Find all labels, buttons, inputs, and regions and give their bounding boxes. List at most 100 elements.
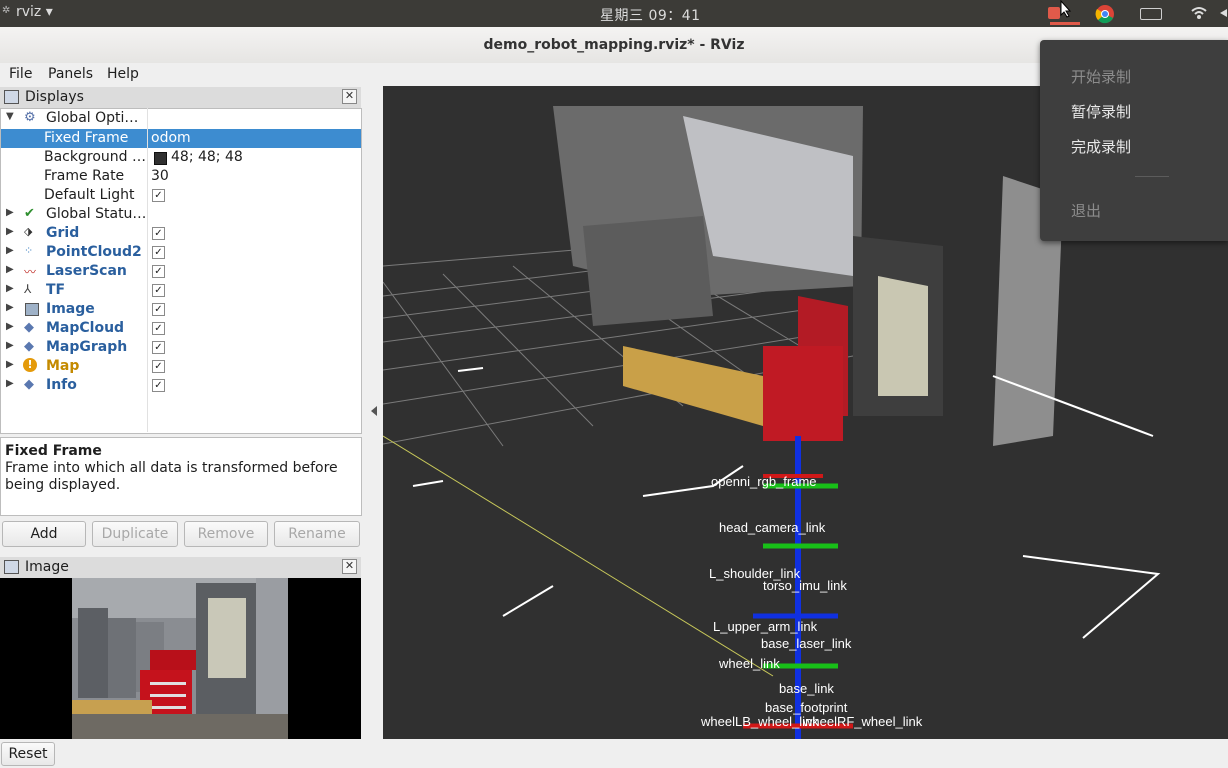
display-enabled-checkbox[interactable]: ✓ <box>152 322 165 335</box>
tree-row-fixed-frame[interactable]: Fixed Frame odom <box>1 129 361 148</box>
tree-row-frame-rate[interactable]: Frame Rate 30 <box>1 167 361 186</box>
menu-panels[interactable]: Panels <box>48 66 93 82</box>
menu-item-start-recording[interactable]: 开始录制 <box>1071 66 1131 87</box>
mapcloud-icon: ◆ <box>24 320 34 335</box>
tf-label: L_upper_arm_link <box>713 619 818 634</box>
expand-arrow-icon[interactable]: ▶ <box>6 340 14 351</box>
tree-row-image[interactable]: ▶ Image ✓ <box>1 300 361 319</box>
pointcloud-icon: ⁘ <box>24 244 34 257</box>
info-icon: ◆ <box>24 377 34 392</box>
remove-button[interactable]: Remove <box>184 521 268 547</box>
expand-arrow-icon[interactable]: ▶ <box>6 207 14 218</box>
fixed-frame-value[interactable]: odom <box>151 130 191 146</box>
display-enabled-checkbox[interactable]: ✓ <box>152 265 165 278</box>
display-name: Map <box>46 358 80 374</box>
tree-row-info[interactable]: ▶ ◆ Info ✓ <box>1 376 361 395</box>
tf-label: wheel_link <box>718 656 780 671</box>
system-top-bar: ✲ rviz ▾ 星期三 09：41 <box>0 0 1228 27</box>
rename-button[interactable]: Rename <box>274 521 360 547</box>
record-active-underline <box>1050 22 1080 25</box>
recording-menu: 开始录制 暂停录制 完成录制 退出 <box>1040 40 1228 241</box>
clock[interactable]: 星期三 09：41 <box>600 5 701 25</box>
tree-row-default-light[interactable]: Default Light ✓ <box>1 186 361 205</box>
status-bar: Reset <box>0 739 1228 768</box>
expand-arrow-icon[interactable]: ▶ <box>6 283 14 294</box>
expand-arrow-icon[interactable]: ▶ <box>6 378 14 389</box>
duplicate-button[interactable]: Duplicate <box>92 521 178 547</box>
tree-row-tf[interactable]: ▶ ⅄ TF ✓ <box>1 281 361 300</box>
display-name: MapCloud <box>46 320 125 336</box>
display-enabled-checkbox[interactable]: ✓ <box>152 246 165 259</box>
image-close-button[interactable]: ✕ <box>342 559 357 574</box>
menu-item-pause-recording[interactable]: 暂停录制 <box>1071 101 1131 122</box>
rviz-app-icon: ✲ <box>2 5 11 16</box>
tree-row-mapcloud[interactable]: ▶ ◆ MapCloud ✓ <box>1 319 361 338</box>
tree-row-global-status[interactable]: ▶ ✔ Global Statu… <box>1 205 361 224</box>
display-enabled-checkbox[interactable]: ✓ <box>152 284 165 297</box>
background-color-value[interactable]: 48; 48; 48 <box>171 149 243 165</box>
collapse-arrow-icon[interactable]: ▼ <box>6 111 14 122</box>
expand-arrow-icon[interactable]: ▶ <box>6 359 14 370</box>
tree-row-mapgraph[interactable]: ▶ ◆ MapGraph ✓ <box>1 338 361 357</box>
tree-row-pointcloud2[interactable]: ▶ ⁘ PointCloud2 ✓ <box>1 243 361 262</box>
tree-row-laserscan[interactable]: ▶ 〰 LaserScan ✓ <box>1 262 361 281</box>
menu-help[interactable]: Help <box>107 66 139 82</box>
expand-arrow-icon[interactable]: ▶ <box>6 321 14 332</box>
tf-label: base_link <box>779 681 834 696</box>
mapgraph-icon: ◆ <box>24 339 34 354</box>
tf-label: base_laser_link <box>761 636 852 651</box>
odom-axis-line <box>383 435 774 677</box>
display-name: TF <box>46 282 66 298</box>
wifi-icon[interactable] <box>1190 4 1208 22</box>
displays-tree[interactable]: ▼ ⚙ Global Opti… Fixed Frame odom Backgr… <box>0 108 362 434</box>
mouse-cursor-icon <box>1060 0 1072 18</box>
image-icon <box>25 303 39 316</box>
chrome-icon[interactable] <box>1095 4 1115 24</box>
display-name: Image <box>46 301 95 317</box>
tf-label: head_camera_link <box>719 520 826 535</box>
app-menu[interactable]: rviz ▾ <box>16 4 53 20</box>
add-button[interactable]: Add <box>2 521 86 547</box>
tree-row-background[interactable]: Background … 48; 48; 48 <box>1 148 361 167</box>
volume-icon[interactable] <box>1218 4 1228 22</box>
property-name: Frame Rate <box>44 168 125 184</box>
tf-label: base_footprint <box>765 700 848 715</box>
color-swatch[interactable] <box>154 152 167 165</box>
panel-splitter[interactable] <box>366 86 383 739</box>
image-panel-title: Image <box>25 559 69 575</box>
menu-item-quit[interactable]: 退出 <box>1071 200 1101 221</box>
keyboard-icon[interactable] <box>1140 4 1162 22</box>
expand-arrow-icon[interactable]: ▶ <box>6 245 14 256</box>
display-name: LaserScan <box>46 263 127 279</box>
tree-label-global-status: Global Statu… <box>46 206 147 222</box>
display-enabled-checkbox[interactable]: ✓ <box>152 227 165 240</box>
expand-arrow-icon[interactable]: ▶ <box>6 226 14 237</box>
display-name: PointCloud2 <box>46 244 142 260</box>
laserscan-icon: 〰 <box>24 265 37 279</box>
image-panel-header: Image ✕ <box>0 557 361 579</box>
display-enabled-checkbox[interactable]: ✓ <box>152 303 165 316</box>
displays-close-button[interactable]: ✕ <box>342 89 357 104</box>
tree-row-global-options[interactable]: ▼ ⚙ Global Opti… <box>1 109 361 128</box>
frame-rate-value[interactable]: 30 <box>151 168 169 184</box>
expand-arrow-icon[interactable]: ▶ <box>6 264 14 275</box>
collapse-left-icon[interactable] <box>371 406 377 416</box>
tf-label: wheelLB_wheel_link <box>700 714 819 729</box>
tree-column-divider[interactable] <box>147 108 148 432</box>
display-enabled-checkbox[interactable]: ✓ <box>152 379 165 392</box>
display-enabled-checkbox[interactable]: ✓ <box>152 360 165 373</box>
menu-file[interactable]: File <box>9 66 32 82</box>
menu-item-finish-recording[interactable]: 完成录制 <box>1071 136 1131 157</box>
table-cloud <box>623 346 763 426</box>
display-enabled-checkbox[interactable]: ✓ <box>152 341 165 354</box>
tree-row-map[interactable]: ▶ ! Map ✓ <box>1 357 361 376</box>
default-light-checkbox[interactable]: ✓ <box>152 189 165 202</box>
description-title: Fixed Frame <box>5 443 102 459</box>
tree-row-grid[interactable]: ▶ ⬗ Grid ✓ <box>1 224 361 243</box>
warning-icon: ! <box>23 358 37 372</box>
tf-label: wheelRF_wheel_link <box>802 714 923 729</box>
menu-separator <box>1135 176 1169 177</box>
expand-arrow-icon[interactable]: ▶ <box>6 302 14 313</box>
reset-button[interactable]: Reset <box>1 742 55 766</box>
monitor-icon <box>4 90 19 104</box>
